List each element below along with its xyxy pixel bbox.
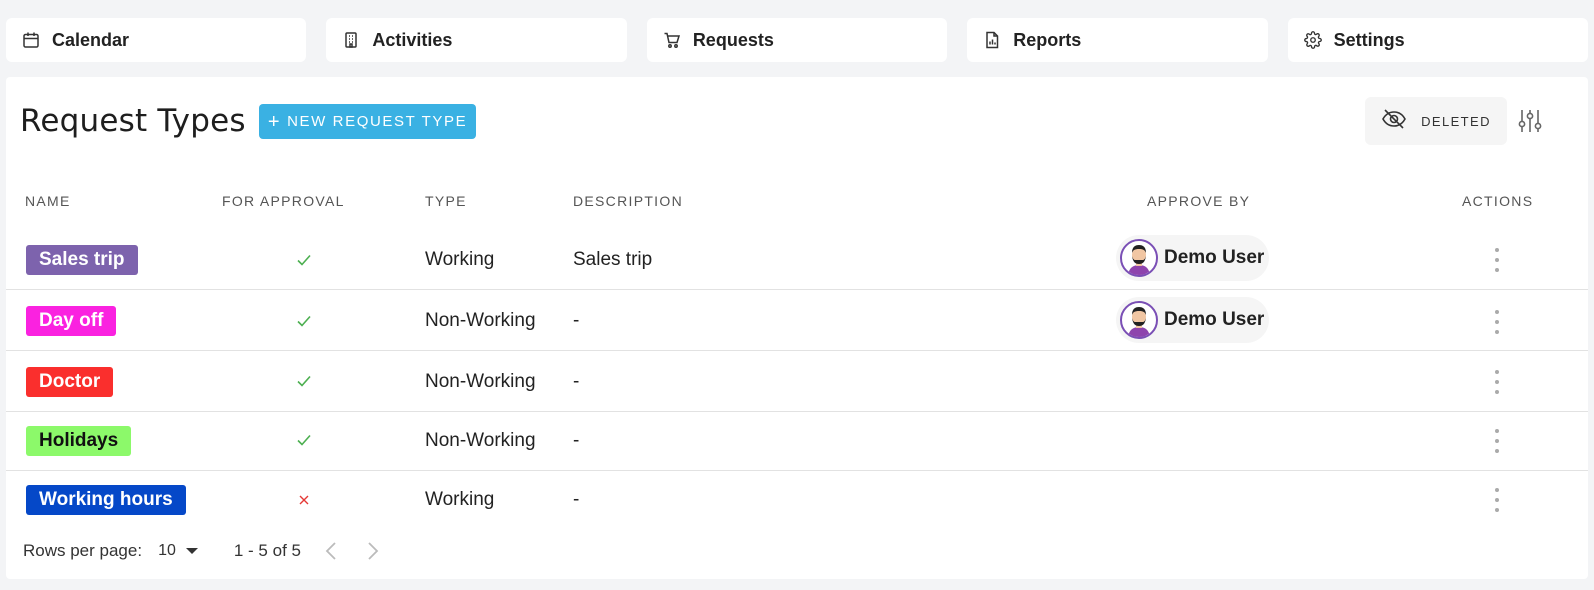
nav-settings[interactable]: Settings <box>1287 18 1589 62</box>
table-row[interactable]: Day off Non-Working - Demo User <box>6 291 1588 351</box>
approver-chip[interactable]: Demo User <box>1116 297 1269 343</box>
description-cell: - <box>573 430 580 451</box>
new-request-type-label: NEW REQUEST TYPE <box>287 113 468 130</box>
approver-name: Demo User <box>1164 309 1265 330</box>
prev-page-button[interactable] <box>319 539 343 563</box>
plus-icon: + <box>267 110 282 133</box>
check-icon <box>297 375 311 387</box>
type-cell: Non-Working <box>425 371 536 392</box>
nav-requests-label: Requests <box>692 29 774 50</box>
request-types-card: Request Types + NEW REQUEST TYPE DELETED… <box>6 77 1588 579</box>
more-actions-icon[interactable] <box>1490 488 1504 512</box>
description-cell: - <box>573 371 580 392</box>
nav-activities-label: Activities <box>372 29 453 50</box>
building-icon <box>342 31 360 49</box>
table-row[interactable]: Sales trip Working Sales trip Demo User <box>6 230 1588 290</box>
show-deleted-toggle[interactable]: DELETED <box>1365 97 1507 145</box>
rows-per-page-value: 10 <box>158 542 176 559</box>
check-icon <box>297 434 311 446</box>
type-cell: Working <box>425 489 495 510</box>
next-page-button[interactable] <box>361 539 385 563</box>
page-range: 1 - 5 of 5 <box>233 541 301 560</box>
type-cell: Non-Working <box>425 310 536 331</box>
report-icon <box>983 31 1001 49</box>
description-cell: - <box>573 310 580 331</box>
type-cell: Non-Working <box>425 430 536 451</box>
description-cell: - <box>573 489 580 510</box>
header-description[interactable]: DESCRIPTION <box>573 193 683 209</box>
top-navigation: Calendar Activities Requests Reports Set… <box>6 18 1589 62</box>
deleted-label: DELETED <box>1421 113 1491 129</box>
check-icon <box>297 315 311 327</box>
cart-icon <box>663 31 681 49</box>
gear-icon <box>1303 31 1322 49</box>
header-actions: ACTIONS <box>1462 193 1534 209</box>
cross-icon <box>299 495 309 505</box>
nav-requests[interactable]: Requests <box>646 18 948 62</box>
request-type-chip: Working hours <box>26 485 186 515</box>
page-title: Request Types <box>20 103 246 139</box>
request-type-chip: Day off <box>26 306 117 336</box>
rows-per-page-label: Rows per page: <box>23 541 143 560</box>
nav-calendar[interactable]: Calendar <box>6 18 307 62</box>
column-filters-icon[interactable] <box>1518 108 1542 134</box>
request-type-chip: Doctor <box>26 367 114 397</box>
more-actions-icon[interactable] <box>1490 310 1504 334</box>
pagination: Rows per page: 10 1 - 5 of 5 <box>23 539 385 563</box>
chevron-right-icon <box>368 542 379 560</box>
caret-down-icon <box>185 548 198 554</box>
nav-calendar-label: Calendar <box>52 29 130 50</box>
header-for-approval[interactable]: FOR APPROVAL <box>222 193 345 209</box>
new-request-type-button[interactable]: + NEW REQUEST TYPE <box>259 104 476 139</box>
rows-per-page-select[interactable]: 10 <box>158 542 198 560</box>
more-actions-icon[interactable] <box>1490 248 1504 272</box>
header-approve-by[interactable]: APPROVE BY <box>1147 193 1250 209</box>
calendar-icon <box>22 31 40 49</box>
nav-reports[interactable]: Reports <box>967 18 1268 62</box>
nav-settings-label: Settings <box>1333 29 1405 50</box>
chevron-left-icon <box>325 542 336 560</box>
description-cell: Sales trip <box>573 249 653 270</box>
nav-reports-label: Reports <box>1013 29 1082 50</box>
nav-activities[interactable]: Activities <box>326 18 627 62</box>
request-type-chip: Sales trip <box>26 245 138 275</box>
avatar <box>1120 239 1158 277</box>
header-type[interactable]: TYPE <box>425 193 467 209</box>
avatar <box>1120 301 1158 339</box>
more-actions-icon[interactable] <box>1490 429 1504 453</box>
approver-chip[interactable]: Demo User <box>1116 235 1269 281</box>
table-row[interactable]: Working hours Working - <box>6 471 1588 531</box>
more-actions-icon[interactable] <box>1490 370 1504 394</box>
request-type-chip: Holidays <box>26 426 132 456</box>
approver-name: Demo User <box>1164 247 1265 268</box>
check-icon <box>297 254 311 266</box>
header-name[interactable]: NAME <box>25 193 71 209</box>
table-row[interactable]: Doctor Non-Working - <box>6 353 1588 412</box>
type-cell: Working <box>425 249 495 270</box>
table-row[interactable]: Holidays Non-Working - <box>6 412 1588 471</box>
eye-off-icon <box>1381 108 1407 135</box>
